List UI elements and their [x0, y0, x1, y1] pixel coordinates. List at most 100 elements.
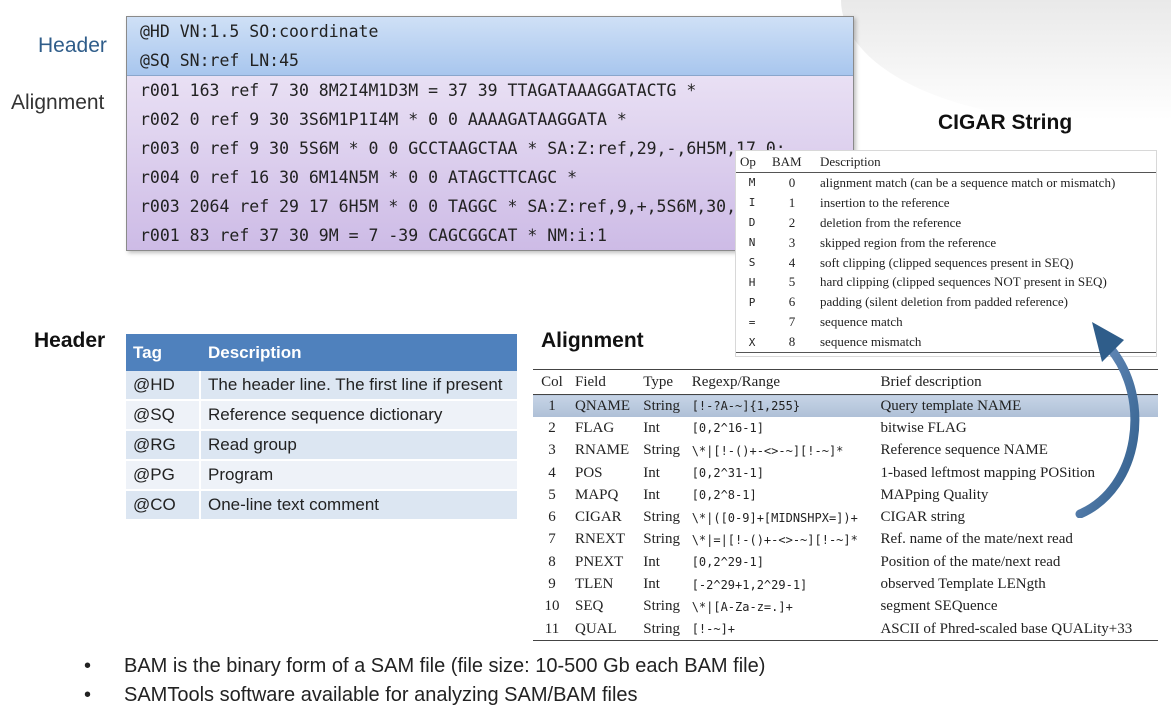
- alignment-field: QUAL: [571, 617, 640, 642]
- cigar-desc: soft clipping (clipped sequences present…: [820, 254, 1074, 270]
- alignment-col: 6: [548, 509, 556, 526]
- alignment-col: 11: [533, 617, 571, 642]
- alignment-field-table: Col Field Type Regexp/Range Brief descri…: [533, 369, 1158, 642]
- alignment-regexp: [0,2^8-1]: [691, 488, 757, 503]
- sam-alignment-line: r002 0 ref 9 30 3S6M1P1I4M * 0 0 AAAAGAT…: [140, 110, 627, 129]
- cigar-op: H: [748, 275, 756, 289]
- cigar-op: X: [736, 332, 768, 354]
- header-section-title: Header: [34, 329, 106, 352]
- cigar-desc: deletion from the reference: [820, 214, 962, 230]
- alignment-col: 1: [533, 394, 571, 418]
- header-desc: Reference sequence dictionary: [201, 401, 517, 431]
- alignment-regexp: \*|[A-Za-z=.]+: [691, 599, 793, 614]
- cigar-op: M: [748, 176, 756, 190]
- curved-arrow-icon: [1075, 322, 1140, 518]
- alignment-regexp: [-2^29+1,2^29-1]: [691, 577, 808, 592]
- alignment-col: 10: [544, 598, 560, 615]
- cigar-desc: padding (silent deletion from padded ref…: [820, 294, 1068, 310]
- alignment-regexp: \*|=|[!-()+-<>-~][!-~]*: [691, 532, 858, 547]
- alignment-desc: observed Template LENgth: [880, 576, 1046, 593]
- sam-header-line: @HD VN:1.5 SO:coordinate: [140, 22, 379, 41]
- alignment-regexp: [!-?A-~]{1,255}: [687, 394, 877, 418]
- alignment-field: FLAG: [575, 419, 615, 436]
- alignment-col: 9: [548, 576, 556, 593]
- alignment-table-row: 10 SEQ String \*|[A-Za-z=.]+ segment SEQuenc…: [533, 596, 1158, 618]
- alignment-regexp: [0,2^29-1]: [691, 555, 764, 570]
- alignment-type: String: [643, 598, 680, 615]
- alignment-col: 5: [548, 486, 556, 503]
- cigar-row: D 2 deletion from the reference: [736, 213, 1156, 233]
- header-table-row: @HD The header line. The first line if pr…: [126, 371, 517, 401]
- alignment-type: String: [643, 442, 680, 459]
- alignment-regexp: [0,2^31-1]: [691, 466, 764, 481]
- cigar-title: CIGAR String: [938, 111, 1073, 134]
- background-decoration: [841, 0, 1171, 120]
- alignment-regexp: \*|[!-()+-<>-~][!-~]*: [691, 443, 844, 458]
- cigar-bam: 7: [788, 314, 796, 330]
- bullet-list: • BAM is the binary form of a SAM file (f…: [84, 652, 765, 710]
- alignment-type: String: [643, 509, 680, 526]
- cigar-bam: 2: [788, 214, 796, 230]
- alignment-field: TLEN: [575, 576, 614, 593]
- alignment-label: Alignment: [11, 91, 105, 114]
- cigar-row: M 0 alignment match (can be a sequence mat…: [736, 173, 1156, 193]
- alignment-desc: segment SEQuence: [880, 598, 998, 615]
- alignment-field: POS: [575, 464, 603, 481]
- cigar-bam: 5: [788, 274, 796, 290]
- cigar-col-header: BAM: [768, 151, 816, 173]
- cigar-desc: alignment match (can be a sequence match…: [820, 174, 1116, 190]
- header-desc: The header line. The first line if prese…: [201, 371, 517, 401]
- header-tag: @PG: [126, 461, 201, 491]
- bullet-marker: •: [84, 684, 92, 706]
- alignment-field: PNEXT: [575, 553, 624, 570]
- alignment-field: SEQ: [575, 598, 604, 615]
- alignment-field: QNAME: [571, 394, 640, 418]
- alignment-table-row: 5 MAPQ Int [0,2^8-1] MAPping Quality: [533, 484, 1158, 506]
- bullet-item: • BAM is the binary form of a SAM file (f…: [84, 652, 765, 681]
- alignment-table-col: Col: [533, 369, 571, 395]
- cigar-op: D: [748, 216, 756, 230]
- cigar-op: =: [748, 315, 756, 329]
- bullet-item: • SAMTools software available for analyzi…: [84, 681, 765, 710]
- header-table-col: Description: [201, 334, 517, 371]
- alignment-type: Int: [643, 486, 660, 503]
- cigar-bam: 6: [788, 294, 796, 310]
- header-table-row: @CO One-line text comment: [126, 491, 517, 521]
- alignment-table-row: 3 RNAME String \*|[!-()+-<>-~][!-~]* Referen…: [533, 440, 1158, 462]
- alignment-type: String: [639, 617, 688, 642]
- alignment-desc: Ref. name of the mate/next read: [880, 531, 1073, 548]
- alignment-field: RNEXT: [575, 531, 625, 548]
- cigar-row: P 6 padding (silent deletion from padded r…: [736, 292, 1156, 312]
- header-tag: @SQ: [126, 401, 201, 431]
- alignment-field: MAPQ: [575, 486, 619, 503]
- alignment-table-col: Regexp/Range: [687, 369, 877, 395]
- alignment-regexp: \*|([0-9]+[MIDNSHPX=])+: [691, 510, 858, 525]
- cigar-row: I 1 insertion to the reference: [736, 193, 1156, 213]
- cigar-bam: 1: [788, 194, 796, 210]
- header-desc: One-line text comment: [201, 491, 517, 521]
- alignment-col: 8: [548, 553, 556, 570]
- alignment-table-row: 4 POS Int [0,2^31-1] 1-based leftmost mappin…: [533, 462, 1158, 484]
- alignment-type: Int: [643, 553, 660, 570]
- alignment-type: String: [643, 531, 680, 548]
- sam-header-block: @HD VN:1.5 SO:coordinate @SQ SN:ref LN:4…: [127, 17, 853, 76]
- cigar-bam: 3: [788, 234, 796, 250]
- alignment-desc: ASCII of Phred-scaled base QUALity+33: [876, 617, 1158, 642]
- alignment-regexp: [!-~]+: [687, 617, 877, 642]
- cigar-bam: 4: [788, 254, 796, 270]
- alignment-type: String: [639, 394, 688, 418]
- alignment-regexp: [0,2^16-1]: [691, 421, 764, 436]
- header-table-row: @SQ Reference sequence dictionary: [126, 401, 517, 431]
- cigar-op: P: [748, 295, 756, 309]
- alignment-table-row: 11 QUAL String [!-~]+ ASCII of Phred-scaled …: [533, 617, 1158, 642]
- alignment-section-title: Alignment: [541, 329, 644, 352]
- alignment-type: Int: [643, 464, 660, 481]
- alignment-table-row: 8 PNEXT Int [0,2^29-1] Position of the mate/…: [533, 551, 1158, 573]
- alignment-table-row: 9 TLEN Int [-2^29+1,2^29-1] observed Templat…: [533, 573, 1158, 595]
- alignment-table-row: 1 QNAME String [!-?A-~]{1,255} Query templat…: [533, 394, 1158, 418]
- sam-alignment-line: r001 163 ref 7 30 8M2I4M1D3M = 37 39 TTA…: [140, 81, 697, 100]
- cigar-row: H 5 hard clipping (clipped sequences NOT p…: [736, 272, 1156, 292]
- bullet-marker: •: [84, 655, 92, 677]
- cigar-col-header: Op: [736, 151, 768, 173]
- header-table-row: @PG Program: [126, 461, 517, 491]
